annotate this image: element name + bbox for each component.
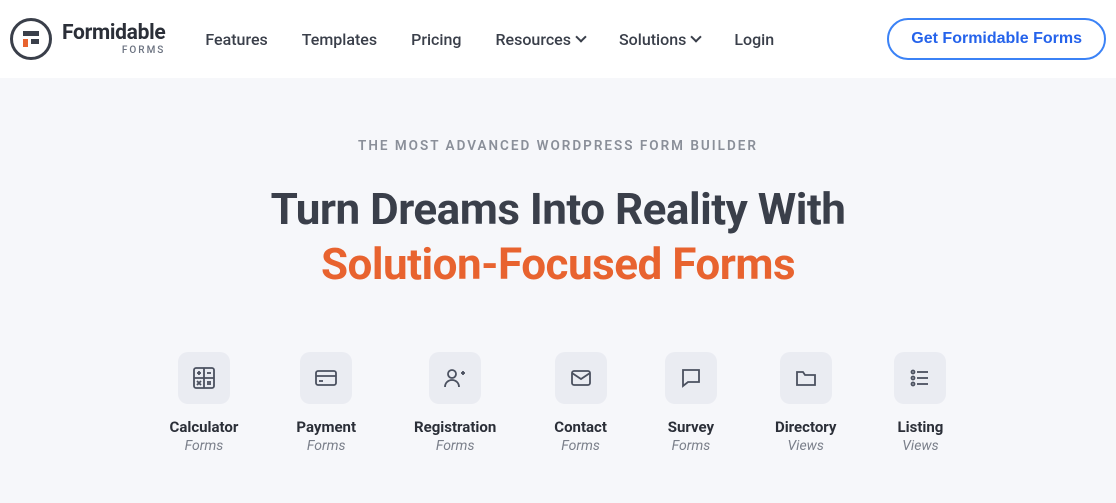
mail-icon — [555, 352, 607, 404]
card-title: Listing — [898, 418, 944, 436]
card-title: Contact — [554, 418, 607, 436]
nav-resources[interactable]: Resources — [495, 30, 585, 49]
card-listing[interactable]: Listing Views — [894, 352, 946, 454]
card-sub: Forms — [561, 438, 600, 454]
card-title: Survey — [668, 418, 714, 436]
logo-sub: FORMS — [62, 46, 165, 56]
card-title: Registration — [414, 418, 496, 436]
card-survey[interactable]: Survey Forms — [665, 352, 717, 454]
card-sub: Views — [788, 438, 824, 454]
calculator-icon — [178, 352, 230, 404]
card-sub: Forms — [307, 438, 346, 454]
folder-icon — [780, 352, 832, 404]
hero-eyebrow: THE MOST ADVANCED WORDPRESS FORM BUILDER — [20, 138, 1096, 154]
solution-cards: Calculator Forms Payment Forms Registrat… — [20, 352, 1096, 454]
card-payment[interactable]: Payment Forms — [296, 352, 356, 454]
chevron-down-icon — [691, 31, 702, 42]
credit-card-icon — [300, 352, 352, 404]
hero: THE MOST ADVANCED WORDPRESS FORM BUILDER… — [0, 78, 1116, 454]
card-title: Directory — [775, 418, 837, 436]
header: Formidable FORMS Features Templates Pric… — [0, 0, 1116, 78]
hero-headline: Turn Dreams Into Reality With Solution-F… — [20, 182, 1096, 292]
logo[interactable]: Formidable FORMS — [10, 18, 165, 60]
chevron-down-icon — [575, 31, 586, 42]
nav-features[interactable]: Features — [205, 30, 267, 49]
main-nav: Features Templates Pricing Resources Sol… — [205, 30, 867, 49]
card-sub: Views — [902, 438, 938, 454]
nav-pricing[interactable]: Pricing — [411, 30, 461, 49]
nav-solutions-label: Solutions — [619, 30, 686, 49]
logo-main: Formidable — [62, 23, 165, 44]
nav-login[interactable]: Login — [734, 30, 774, 49]
card-title: Calculator — [170, 418, 239, 436]
user-plus-icon — [429, 352, 481, 404]
card-calculator[interactable]: Calculator Forms — [170, 352, 239, 454]
logo-icon — [10, 18, 52, 60]
card-title: Payment — [296, 418, 356, 436]
list-icon — [894, 352, 946, 404]
hero-line1: Turn Dreams Into Reality With — [20, 182, 1096, 237]
card-sub: Forms — [672, 438, 711, 454]
nav-resources-label: Resources — [495, 30, 571, 49]
card-directory[interactable]: Directory Views — [775, 352, 837, 454]
card-contact[interactable]: Contact Forms — [554, 352, 607, 454]
card-sub: Forms — [185, 438, 224, 454]
card-registration[interactable]: Registration Forms — [414, 352, 496, 454]
chat-icon — [665, 352, 717, 404]
nav-templates[interactable]: Templates — [302, 30, 377, 49]
card-sub: Forms — [436, 438, 475, 454]
hero-line2: Solution-Focused Forms — [20, 237, 1096, 292]
nav-solutions[interactable]: Solutions — [619, 30, 700, 49]
logo-text: Formidable FORMS — [62, 23, 165, 56]
cta-button[interactable]: Get Formidable Forms — [887, 18, 1106, 60]
